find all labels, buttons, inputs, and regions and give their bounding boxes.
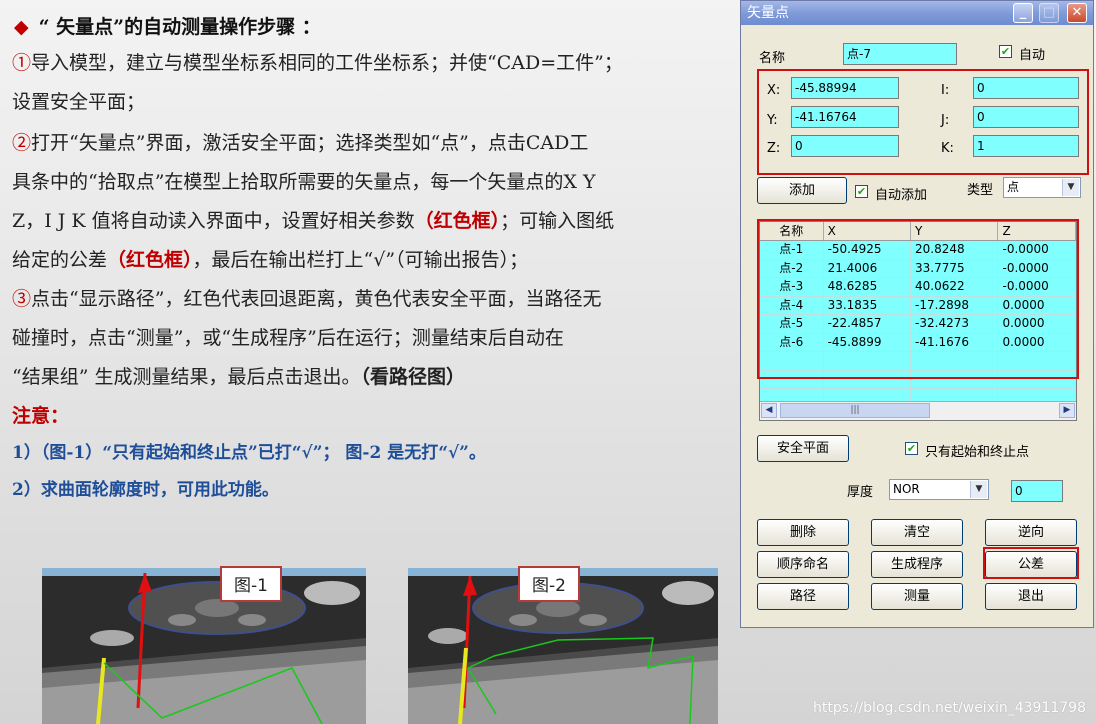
see-path-note: （看路径图） <box>360 366 465 388</box>
type-label: 类型 <box>967 183 994 198</box>
slide-title-text: “ 矢量点”的自动测量操作步骤 ： <box>38 16 321 38</box>
thickness-mode-select[interactable]: NOR ▼ <box>889 479 989 500</box>
j-field[interactable]: 0 <box>973 106 1079 128</box>
step-text: Z，I J K 值将自动读入界面中，设置好相关参数 <box>12 210 415 232</box>
tolerance-red-frame <box>983 547 1079 579</box>
sequence-name-button[interactable]: 顺序命名 <box>757 551 849 578</box>
path-button[interactable]: 路径 <box>757 583 849 610</box>
step-text: “结果组” 生成测量结果，最后点击退出。 <box>12 366 361 388</box>
y-field[interactable]: -41.16764 <box>791 106 899 128</box>
safe-plane-button[interactable]: 安全平面 <box>757 435 849 462</box>
step-text: 打开“矢量点”界面，激活安全平面；选择类型如“点”，点击CAD工 <box>31 132 589 154</box>
generate-program-button[interactable]: 生成程序 <box>871 551 963 578</box>
j-label: J: <box>941 113 950 128</box>
reverse-button[interactable]: 逆向 <box>985 519 1077 546</box>
slide-title: ◆ “ 矢量点”的自动测量操作步骤 ： <box>14 12 321 39</box>
type-select[interactable]: 点 ▼ <box>1003 177 1081 198</box>
step-line-7: ③点击“显示路径”，红色代表回退距离，黄色代表安全平面，当路径无 <box>12 280 601 319</box>
measure-button[interactable]: 测量 <box>871 583 963 610</box>
red-box-note: （红色框） <box>414 210 501 232</box>
red-box-note: （红色框） <box>107 249 193 271</box>
chevron-down-icon[interactable]: ▼ <box>1062 179 1079 196</box>
name-field[interactable]: 点-7 <box>843 43 957 65</box>
i-label: I: <box>941 83 950 98</box>
step-line-5: Z，I J K 值将自动读入界面中，设置好相关参数（红色框）；可输入图纸 <box>12 202 614 241</box>
figure-2-label: 图-2 <box>518 566 580 602</box>
step-line-9: “结果组” 生成测量结果，最后点击退出。（看路径图） <box>12 358 465 397</box>
horizontal-scrollbar[interactable]: ◀ ||| ▶ <box>760 401 1076 420</box>
z-field[interactable]: 0 <box>791 135 899 157</box>
thickness-field[interactable]: 0 <box>1011 480 1063 502</box>
step-number: ③ <box>12 288 32 310</box>
k-label: K: <box>941 141 954 156</box>
scroll-thumb[interactable]: ||| <box>780 403 930 418</box>
auto-add-label: 自动添加 <box>875 188 928 203</box>
note-item-1: 1）（图-1）“只有起始和终止点”已打“√”； 图-2 是无打“√”。 <box>12 443 486 463</box>
z-label: Z: <box>767 141 781 156</box>
auto-checkbox[interactable]: ✔ <box>999 45 1012 58</box>
step-text: ；可输入图纸 <box>500 210 615 232</box>
exit-button[interactable]: 退出 <box>985 583 1077 610</box>
auto-add-checkbox[interactable]: ✔ <box>855 185 868 198</box>
step-text: 点击“显示路径”，红色代表回退距离，黄色代表安全平面，当路径无 <box>31 288 602 310</box>
step-line-3: ②打开“矢量点”界面，激活安全平面；选择类型如“点”，点击CAD工 <box>12 124 588 163</box>
thickness-mode-value: NOR <box>893 482 920 496</box>
step-number: ① <box>12 52 32 74</box>
step-line-4: 具条中的“拾取点”在模型上拾取所需要的矢量点，每一个矢量点的X Y <box>12 163 596 202</box>
x-field[interactable]: -45.88994 <box>791 77 899 99</box>
step-line-8: 碰撞时，点击“测量”，或“生成程序”后在运行；测量结束后自动在 <box>12 319 564 358</box>
step-number: ② <box>12 132 32 154</box>
k-field[interactable]: 1 <box>973 135 1079 157</box>
dialog-titlebar[interactable]: 矢量点 _ □ ✕ <box>741 1 1093 25</box>
y-label: Y: <box>767 113 778 128</box>
step-text: 给定的公差 <box>12 249 108 271</box>
watermark-text: https://blog.csdn.net/weixin_43911798 <box>812 700 1086 716</box>
start-end-checkbox[interactable]: ✔ <box>905 442 918 455</box>
close-icon[interactable]: ✕ <box>1067 3 1087 23</box>
points-table-red-frame <box>757 219 1079 379</box>
step-line-6: 给定的公差（红色框），最后在输出栏打上“√”（可输出报告）； <box>12 241 528 280</box>
auto-label: 自动 <box>1019 48 1046 63</box>
step-text: 导入模型，建立与模型坐标系相同的工件坐标系；并使“CAD=工件”； <box>31 52 623 74</box>
step-text: 碰撞时，点击“测量”，或“生成程序”后在运行；测量结束后自动在 <box>12 327 564 349</box>
minimize-icon[interactable]: _ <box>1013 3 1033 23</box>
type-value: 点 <box>1007 180 1020 194</box>
scroll-left-icon[interactable]: ◀ <box>761 403 777 418</box>
i-field[interactable]: 0 <box>973 77 1079 99</box>
delete-button[interactable]: 删除 <box>757 519 849 546</box>
step-text: ，最后在输出栏打上“√”（可输出报告）； <box>192 249 529 271</box>
vector-point-dialog: 矢量点 _ □ ✕ 名称 点-7 ✔ 自动 X: -45.88994 Y: -4… <box>740 0 1094 628</box>
add-button[interactable]: 添加 <box>757 177 847 204</box>
thickness-label: 厚度 <box>847 485 874 500</box>
step-line-1: ①导入模型，建立与模型坐标系相同的工件坐标系；并使“CAD=工件”； <box>12 44 623 83</box>
dialog-title: 矢量点 <box>747 5 789 21</box>
diamond-bullet-icon: ◆ <box>14 16 29 38</box>
clear-button[interactable]: 清空 <box>871 519 963 546</box>
scroll-right-icon[interactable]: ▶ <box>1059 403 1075 418</box>
figure-1-image <box>42 568 366 724</box>
note-item-2: 2）求曲面轮廓度时，可用此功能。 <box>12 480 279 500</box>
name-label: 名称 <box>759 51 786 66</box>
figure-1-label: 图-1 <box>220 566 282 602</box>
x-label: X: <box>767 83 781 98</box>
step-text: 设置安全平面； <box>12 91 146 113</box>
step-line-2: 设置安全平面； <box>12 83 145 122</box>
slide-content: ◆ “ 矢量点”的自动测量操作步骤 ： ①导入模型，建立与模型坐标系相同的工件坐标… <box>0 0 740 724</box>
start-end-label: 只有起始和终止点 <box>925 445 1030 460</box>
step-text: 具条中的“拾取点”在模型上拾取所需要的矢量点，每一个矢量点的X Y <box>12 171 596 193</box>
maximize-icon[interactable]: □ <box>1039 3 1059 23</box>
chevron-down-icon[interactable]: ▼ <box>970 481 987 498</box>
note-label: 注意： <box>12 405 70 427</box>
